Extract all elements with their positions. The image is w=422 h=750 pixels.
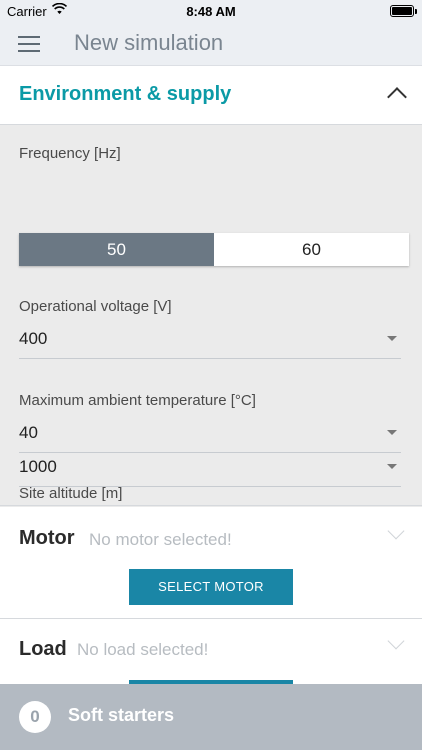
altitude-label: Site altitude [m]: [19, 485, 123, 502]
count-badge: 0: [19, 701, 51, 733]
motor-card[interactable]: Motor No motor selected! SELECT MOTOR: [0, 507, 422, 619]
altitude-dropdown[interactable]: 1000: [19, 453, 401, 487]
hamburger-menu-icon[interactable]: [18, 36, 40, 52]
temperature-value: 40: [19, 423, 38, 442]
frequency-option-60[interactable]: 60: [214, 233, 409, 266]
temperature-label: Maximum ambient temperature [°C]: [19, 392, 256, 409]
select-motor-button[interactable]: SELECT MOTOR: [129, 569, 293, 605]
navigation-bar: New simulation: [0, 22, 422, 66]
chevron-down-icon[interactable]: [387, 522, 405, 540]
chevron-down-icon[interactable]: [387, 632, 405, 650]
caret-down-icon: [387, 430, 397, 435]
caret-down-icon: [387, 464, 397, 469]
altitude-value: 1000: [19, 457, 57, 476]
motor-status: No motor selected!: [89, 530, 232, 549]
frequency-option-50[interactable]: 50: [19, 233, 214, 266]
caret-down-icon: [387, 336, 397, 341]
status-bar: Carrier 8:48 AM: [0, 0, 422, 22]
environment-section-title: Environment & supply: [19, 83, 232, 105]
temperature-dropdown[interactable]: 40: [19, 419, 401, 453]
load-card[interactable]: Load No load selected!: [0, 619, 422, 689]
soft-starters-footer[interactable]: 0 Soft starters: [0, 684, 422, 750]
voltage-label: Operational voltage [V]: [19, 298, 172, 315]
motor-title: Motor: [19, 527, 75, 549]
environment-section-body: Frequency [Hz] 50 60 Operational voltage…: [0, 125, 422, 506]
page-title: New simulation: [74, 30, 224, 55]
clock: 8:48 AM: [186, 4, 236, 19]
frequency-label: Frequency [Hz]: [19, 145, 121, 162]
load-title: Load: [19, 638, 67, 660]
environment-section-header[interactable]: Environment & supply: [0, 66, 422, 125]
battery-icon: [390, 5, 417, 17]
footer-title: Soft starters: [68, 705, 175, 725]
chevron-up-icon[interactable]: [387, 87, 407, 107]
voltage-value: 400: [19, 329, 48, 348]
load-status: No load selected!: [77, 640, 209, 659]
voltage-dropdown[interactable]: 400: [19, 325, 401, 359]
frequency-segmented-control[interactable]: 50 60: [19, 233, 409, 266]
